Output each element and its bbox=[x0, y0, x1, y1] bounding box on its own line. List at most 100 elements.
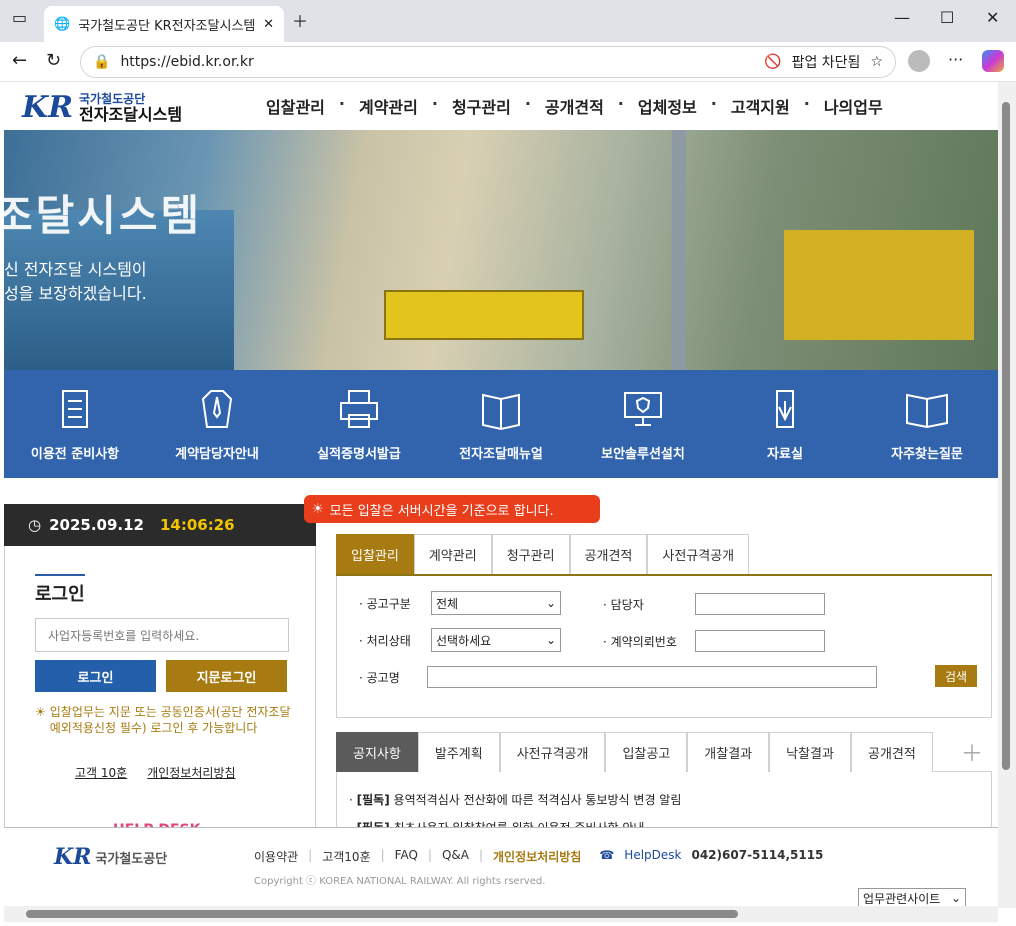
refresh-icon[interactable]: ↻ bbox=[46, 50, 61, 71]
row-contract-no: · 계약의뢰번호 bbox=[603, 630, 825, 652]
logo-org: 국가철도공단 bbox=[79, 91, 146, 106]
maximize-icon[interactable]: ☐ bbox=[940, 8, 954, 27]
page: KR 국가철도공단 전자조달시스템 입찰관리 · 계약관리 · 청구관리 · 공개견적… bbox=[4, 82, 998, 908]
hero-subtitle: 신 전자조달 시스템이 성을 보장하겠습니다. bbox=[4, 260, 147, 303]
quick-certificate[interactable]: 실적증명서발급 bbox=[288, 370, 430, 478]
globe-icon: 🌐 bbox=[54, 16, 71, 32]
address-bar: ← ↻ 🔒 https://ebid.kr.or.kr 🚫 팝업 차단됨 ☆ ·… bbox=[0, 42, 1016, 82]
scroll-thumb[interactable] bbox=[26, 910, 738, 918]
url-box[interactable]: 🔒 https://ebid.kr.or.kr 🚫 팝업 차단됨 ☆ bbox=[80, 46, 896, 78]
tab-open-estimate[interactable]: 공개견적 bbox=[850, 732, 933, 772]
tab-award-result[interactable]: 낙찰결과 bbox=[769, 732, 851, 772]
nav-mywork[interactable]: 나의업무 bbox=[824, 94, 883, 118]
more-plus-icon[interactable]: ＋ bbox=[952, 732, 992, 771]
list-item[interactable]: · [필독] 용역적격심사 전산화에 따른 적격심사 통보방식 변경 알림 bbox=[349, 786, 979, 814]
privacy-link[interactable]: 개인정보처리방침 bbox=[493, 848, 581, 865]
footer-logo: KR 국가철도공단 bbox=[54, 844, 167, 870]
quick-manager[interactable]: 계약담당자안내 bbox=[146, 370, 288, 478]
scroll-thumb[interactable] bbox=[1002, 102, 1010, 770]
tab-pre-spec-open[interactable]: 사전규격공개 bbox=[499, 732, 606, 772]
popup-blocked-label[interactable]: 팝업 차단됨 bbox=[792, 52, 861, 72]
footer-links: 이용약관 | 고객10훈 | FAQ | Q&A | 개인정보처리방침 ☎ HelpDe… bbox=[254, 848, 824, 865]
tab-bid-notice[interactable]: 입찰공고 bbox=[605, 732, 688, 772]
terms-link[interactable]: 이용약관 bbox=[254, 848, 298, 865]
nav-bid[interactable]: 입찰관리 bbox=[266, 94, 325, 118]
clock-date: 2025.09.12 bbox=[49, 516, 144, 534]
helpdesk-icon: ☎ bbox=[599, 848, 615, 862]
hero-crane-right bbox=[784, 230, 974, 340]
customer-rules-link[interactable]: 고객 10훈 bbox=[75, 764, 127, 781]
customer-rules-link[interactable]: 고객10훈 bbox=[322, 848, 370, 865]
site-header: KR 국가철도공단 전자조달시스템 입찰관리 · 계약관리 · 청구관리 · 공개견적… bbox=[4, 82, 998, 130]
hero-title: 조달시스템 bbox=[4, 191, 203, 240]
nav-claim[interactable]: 청구관리 bbox=[452, 94, 511, 118]
nav-support[interactable]: 고객지원 bbox=[731, 94, 790, 118]
main-nav: 입찰관리 · 계약관리 · 청구관리 · 공개견적 · 업체정보 · 고객지원 · 나의업무 bbox=[266, 94, 883, 118]
new-tab-icon[interactable]: ＋ bbox=[292, 8, 308, 32]
more-icon[interactable]: ··· bbox=[948, 50, 963, 69]
tab-pre-spec[interactable]: 사전규격공개 bbox=[647, 534, 750, 574]
popup-blocked-icon[interactable]: 🚫 bbox=[764, 54, 781, 70]
login-panel: 로그인 사업자등록번호를 입력하세요. 로그인 지문로그인 ☀ 입찰업무는 지문… bbox=[4, 546, 316, 846]
row-status: · 처리상태 선택하세요 ⌄ bbox=[359, 628, 561, 652]
notice-type-select[interactable]: 전체 ⌄ bbox=[431, 591, 561, 615]
quick-manual[interactable]: 전자조달매뉴얼 bbox=[430, 370, 572, 478]
close-tab-icon[interactable]: ✕ bbox=[263, 17, 274, 32]
contract-number-input[interactable] bbox=[695, 630, 825, 652]
hero-crane-left bbox=[384, 290, 584, 340]
privacy-policy-link[interactable]: 개인정보처리방침 bbox=[147, 764, 235, 781]
helpdesk-label: HelpDesk bbox=[624, 848, 682, 862]
login-button[interactable]: 로그인 bbox=[35, 660, 156, 692]
hero-pole bbox=[672, 130, 686, 370]
site-logo[interactable]: KR 국가철도공단 전자조달시스템 bbox=[22, 90, 182, 125]
search-button[interactable]: 검색 bbox=[935, 665, 977, 687]
copilot-icon[interactable] bbox=[982, 50, 1004, 72]
server-clock: ◷ 2025.09.12 14:06:26 bbox=[4, 504, 316, 546]
quick-security[interactable]: 보안솔루션설치 bbox=[572, 370, 714, 478]
notice-tabs: 공지사항 발주계획 사전규격공개 입찰공고 개찰결과 낙찰결과 공개견적 ＋ bbox=[336, 732, 992, 772]
logo-system: 전자조달시스템 bbox=[79, 104, 183, 124]
qna-link[interactable]: Q&A bbox=[442, 848, 469, 865]
tab-actions-icon[interactable]: ▭ bbox=[12, 8, 27, 27]
faq-link[interactable]: FAQ bbox=[395, 848, 418, 865]
tab-notices[interactable]: 공지사항 bbox=[336, 732, 418, 772]
notice-name-input[interactable] bbox=[427, 666, 877, 688]
profile-avatar[interactable] bbox=[908, 50, 930, 72]
tab-title: 국가철도공단 KR전자조달시스템 bbox=[78, 18, 256, 34]
favorite-icon[interactable]: ☆ bbox=[870, 54, 883, 70]
horizontal-scrollbar[interactable] bbox=[4, 906, 998, 922]
tab-bid[interactable]: 입찰관리 bbox=[336, 534, 414, 574]
manager-input[interactable] bbox=[695, 593, 825, 615]
tab-order-plan[interactable]: 발주계획 bbox=[417, 732, 500, 772]
nav-contract[interactable]: 계약관리 bbox=[359, 94, 418, 118]
notice-list: · [필독] 용역적격심사 전산화에 따른 적격심사 통보방식 변경 알림 · … bbox=[336, 772, 992, 835]
tab-estimate[interactable]: 공개견적 bbox=[569, 534, 648, 574]
helpdesk-phone: 042)607-5114,5115 bbox=[691, 848, 824, 862]
sun-icon: ☀ bbox=[312, 501, 324, 517]
back-icon[interactable]: ← bbox=[12, 50, 27, 71]
status-select[interactable]: 선택하세요 ⌄ bbox=[431, 628, 561, 652]
business-number-input[interactable]: 사업자등록번호를 입력하세요. bbox=[35, 618, 289, 652]
monitor-shield-icon bbox=[624, 391, 662, 426]
quick-archive[interactable]: 자료실 bbox=[714, 370, 856, 478]
hero-banner: 조달시스템 신 전자조달 시스템이 성을 보장하겠습니다. bbox=[4, 130, 998, 370]
close-window-icon[interactable]: ✕ bbox=[986, 8, 999, 27]
quick-prep[interactable]: 이용전 준비사항 bbox=[4, 370, 146, 478]
fingerprint-login-button[interactable]: 지문로그인 bbox=[166, 660, 287, 692]
tab-contract[interactable]: 계약관리 bbox=[413, 534, 492, 574]
browser-tab[interactable]: 🌐 국가철도공단 KR전자조달시스템 ✕ bbox=[44, 6, 284, 42]
open-book-icon bbox=[906, 393, 948, 428]
tab-claim[interactable]: 청구관리 bbox=[491, 534, 570, 574]
minimize-icon[interactable]: — bbox=[894, 8, 910, 27]
nav-company[interactable]: 업체정보 bbox=[638, 94, 697, 118]
row-manager: · 담당자 bbox=[603, 593, 825, 615]
url-text[interactable]: https://ebid.kr.or.kr bbox=[120, 54, 754, 70]
row-notice-type: · 공고구분 전체 ⌄ bbox=[359, 591, 561, 615]
tab-opening-result[interactable]: 개찰결과 bbox=[687, 732, 770, 772]
related-site-select[interactable]: 업무관련사이트 ⌄ bbox=[858, 888, 966, 908]
vertical-scrollbar[interactable] bbox=[998, 82, 1016, 908]
nav-estimate[interactable]: 공개견적 bbox=[545, 94, 604, 118]
row-notice-name: · 공고명 bbox=[359, 666, 877, 688]
quick-faq[interactable]: 자주찾는질문 bbox=[856, 370, 998, 478]
login-title: 로그인 bbox=[35, 574, 85, 606]
